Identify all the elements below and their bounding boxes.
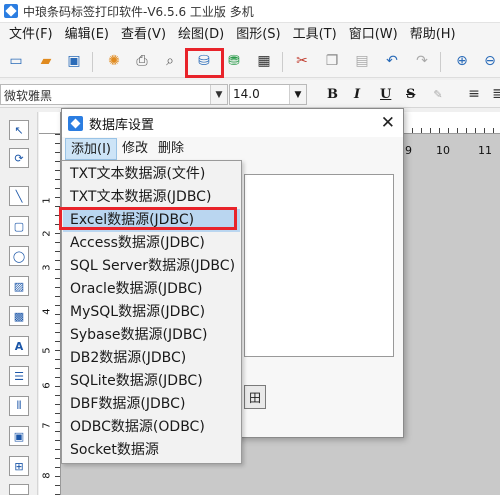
menu-item-sybase-jdbc[interactable]: Sybase数据源(JDBC) (63, 324, 240, 347)
dialog-menu-add[interactable]: 添加(I) (65, 138, 117, 160)
window-title: 中琅条码标签打印软件-V6.5.6 工业版 多机 (23, 4, 254, 19)
menu-item-access-jdbc[interactable]: Access数据源(JDBC) (63, 232, 240, 255)
dialog-title-bar: 数据库设置 ✕ (62, 109, 403, 137)
print-icon[interactable]: ⎙ (132, 51, 152, 71)
dialog-menu-bar: 添加(I) 修改 删除 (62, 137, 403, 161)
ruler-label: 1 (41, 197, 53, 204)
rectangle-tool-icon[interactable]: ▢ (9, 216, 29, 236)
new-doc-icon[interactable]: ▭ (6, 51, 26, 71)
zoom-out-icon[interactable]: ⊖ (480, 51, 500, 71)
font-size-select[interactable]: 14.0 ▼ (229, 84, 307, 105)
menu-tools[interactable]: 工具(T) (287, 25, 343, 45)
chevron-down-icon[interactable]: ▼ (210, 85, 227, 104)
cut-icon[interactable]: ✂ (292, 51, 312, 71)
ruler-label: 2 (41, 230, 53, 237)
add-datasource-menu: TXT文本数据源(文件) TXT文本数据源(JDBC) Excel数据源(JDB… (61, 160, 242, 464)
dialog-menu-modify[interactable]: 修改 (117, 138, 153, 160)
table-tool-icon[interactable]: ⊞ (9, 456, 29, 476)
datasource-list[interactable] (244, 174, 394, 357)
barcode-tool-icon[interactable]: ⦀ (9, 396, 29, 416)
font-family-select[interactable]: 微软雅黑 ▼ (0, 84, 228, 105)
rich-text-tool-icon[interactable]: ☰ (9, 366, 29, 386)
redo-icon[interactable]: ↷ (412, 51, 432, 71)
menu-item-socket[interactable]: Socket数据源 (63, 439, 240, 462)
menu-window[interactable]: 窗口(W) (343, 25, 404, 45)
menu-item-odbc[interactable]: ODBC数据源(ODBC) (63, 416, 240, 439)
zoom-in-icon[interactable]: ⊕ (452, 51, 472, 71)
format-bar: 微软雅黑 ▼ 14.0 ▼ B I U S ✎ ≡ ≣ (0, 80, 500, 108)
more-tool-icon[interactable] (9, 484, 29, 495)
main-toolbar: ▭ ▰ ▣ ✺ ⎙ ⌕ ⛁ ⛃ ▦ ✂ ❐ ▤ ↶ ↷ ⊕ ⊖ (0, 46, 500, 78)
excel-item-highlight (59, 207, 237, 230)
paste-icon[interactable]: ▤ (352, 51, 372, 71)
align-left-icon[interactable]: ≡ (464, 84, 484, 104)
menu-item-mysql-jdbc[interactable]: MySQL数据源(JDBC) (63, 301, 240, 324)
dialog-app-icon (68, 115, 83, 131)
toolbar-separator (440, 52, 441, 72)
menu-edit[interactable]: 编辑(E) (59, 25, 115, 45)
image-tool-icon[interactable]: ▨ (9, 276, 29, 296)
ruler-label: 11 (478, 144, 492, 157)
menu-item-sqlite-jdbc[interactable]: SQLite数据源(JDBC) (63, 370, 240, 393)
ruler-label: 9 (405, 144, 412, 157)
app-logo-icon (4, 4, 18, 18)
menu-bar: 文件(F) 编辑(E) 查看(V) 绘图(D) 图形(S) 工具(T) 窗口(W… (0, 23, 500, 46)
database-connect-icon[interactable]: ⛃ (224, 51, 244, 71)
italic-button[interactable]: I (354, 87, 360, 102)
dialog-menu-delete[interactable]: 删除 (153, 138, 189, 160)
ruler-label: 7 (41, 422, 53, 429)
menu-view[interactable]: 查看(V) (115, 25, 172, 45)
toolbar-separator (92, 52, 93, 72)
strikethrough-button[interactable]: S (406, 87, 415, 102)
close-icon[interactable]: ✕ (381, 113, 395, 133)
save-icon[interactable]: ▣ (64, 51, 84, 71)
rotate-tool-icon[interactable]: ⟳ (9, 148, 29, 168)
settings-gear-icon[interactable]: ✺ (104, 51, 124, 71)
database-settings-highlight (185, 48, 224, 78)
ruler-label: 4 (41, 308, 53, 315)
line-tool-icon[interactable]: ╲ (9, 186, 29, 206)
underline-button[interactable]: U (380, 87, 391, 102)
text-tool-icon[interactable]: A (9, 336, 29, 356)
font-size-value: 14.0 (233, 87, 260, 101)
open-folder-icon[interactable]: ▰ (36, 51, 56, 71)
chevron-down-icon[interactable]: ▼ (289, 85, 306, 104)
picture-tool-icon[interactable]: ▩ (9, 306, 29, 326)
grid-icon[interactable]: ▦ (254, 51, 274, 71)
align-center-icon[interactable]: ≣ (488, 84, 500, 104)
menu-item-db2-jdbc[interactable]: DB2数据源(JDBC) (63, 347, 240, 370)
ellipse-tool-icon[interactable]: ◯ (9, 246, 29, 266)
ruler-label: 3 (41, 264, 53, 271)
font-family-value: 微软雅黑 (4, 89, 53, 103)
dialog-title: 数据库设置 (89, 117, 155, 133)
pointer-tool-icon[interactable]: ↖ (9, 120, 29, 140)
menu-item-txt-file[interactable]: TXT文本数据源(文件) (63, 163, 240, 186)
menu-file[interactable]: 文件(F) (3, 25, 59, 45)
menu-draw[interactable]: 绘图(D) (172, 25, 230, 45)
menu-shape[interactable]: 图形(S) (230, 25, 286, 45)
dialog-button[interactable]: 田 (244, 385, 266, 409)
ruler-label: 8 (41, 472, 53, 479)
menu-item-dbf-jdbc[interactable]: DBF数据源(JDBC) (63, 393, 240, 416)
menu-item-sqlserver-jdbc[interactable]: SQL Server数据源(JDBC) (63, 255, 240, 278)
ruler-label: 5 (41, 347, 53, 354)
bold-button[interactable]: B (327, 87, 338, 102)
menu-help[interactable]: 帮助(H) (404, 25, 462, 45)
tool-palette: ↖ ⟳ ╲ ▢ ◯ ▨ ▩ A ☰ ⦀ ▣ ⊞ (0, 112, 38, 495)
print-preview-icon[interactable]: ⌕ (160, 51, 180, 71)
copy-icon[interactable]: ❐ (322, 51, 342, 71)
menu-item-txt-jdbc[interactable]: TXT文本数据源(JDBC) (63, 186, 240, 209)
ruler-label: 10 (436, 144, 450, 157)
ruler-corner (39, 112, 61, 134)
menu-item-oracle-jdbc[interactable]: Oracle数据源(JDBC) (63, 278, 240, 301)
format-extra-icon[interactable]: ✎ (428, 84, 448, 104)
toolbar-separator (282, 52, 283, 72)
qrcode-tool-icon[interactable]: ▣ (9, 426, 29, 446)
ruler-label: 6 (41, 382, 53, 389)
title-bar: 中琅条码标签打印软件-V6.5.6 工业版 多机 (0, 0, 500, 23)
undo-icon[interactable]: ↶ (382, 51, 402, 71)
